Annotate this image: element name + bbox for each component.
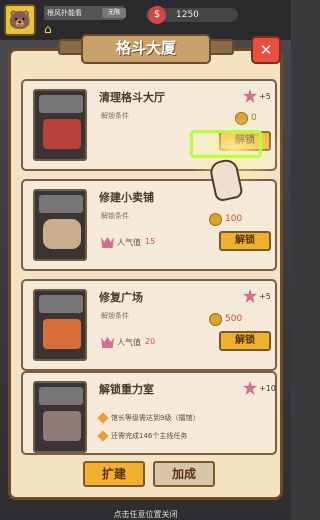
close-hint: 点击任意位置关闭 xyxy=(113,510,178,519)
card-4-reward: +10 xyxy=(243,381,276,395)
requirement-text: 馆长等级需达到9级（擂馆） xyxy=(111,414,200,422)
requirement-item: 馆长等级需达到9级（擂馆） xyxy=(97,411,200,425)
image-tag xyxy=(39,295,83,313)
crown-icon xyxy=(243,289,257,303)
page-title: 格斗大厦 xyxy=(81,34,211,64)
card-3-coin: 500 xyxy=(225,314,243,324)
card-1-reward-value: +5 xyxy=(259,91,271,101)
card-2-image xyxy=(33,189,87,261)
card-2-coin: 100 xyxy=(225,214,243,224)
cash-bar[interactable]: $ 1250 xyxy=(146,6,238,24)
close-button[interactable]: ✕ xyxy=(251,36,281,64)
card-1-requirement: 解锁条件 xyxy=(101,112,129,120)
card-3: 修复广场 解锁条件 +5 500 人气值 20 解锁 xyxy=(21,279,277,371)
image-tag xyxy=(39,95,83,113)
coin-icon xyxy=(209,213,222,226)
card-3-pop-label: 人气值 xyxy=(117,338,141,347)
finish-button[interactable]: 加成 xyxy=(153,461,215,487)
card-3-unlock-button[interactable]: 解锁 xyxy=(219,331,271,351)
card-3-image xyxy=(33,289,87,361)
requirement-text: 还需完成146个主线任务 xyxy=(111,432,188,440)
card-2-pop-value: 15 xyxy=(145,237,156,246)
card-1-image xyxy=(33,89,87,161)
card-4-title: 解锁重力室 xyxy=(99,383,154,396)
image-tag xyxy=(39,387,83,405)
gym-icon xyxy=(43,411,81,441)
footer-bar: 扩建 加成 xyxy=(11,457,280,497)
glove-icon xyxy=(43,319,81,349)
card-2-unlock-button[interactable]: 解锁 xyxy=(219,231,271,251)
card-2-title: 修建小卖铺 xyxy=(99,191,154,204)
crown-icon xyxy=(101,337,114,348)
home-icon: ⌂ xyxy=(44,22,52,36)
jar-icon xyxy=(43,219,81,249)
diamond-icon xyxy=(97,430,109,442)
card-3-title: 修复广场 xyxy=(99,291,143,304)
card-1-title: 清理格斗大厅 xyxy=(99,91,165,104)
player-tag: 无限 xyxy=(102,8,126,18)
card-3-reward-value: +5 xyxy=(259,291,271,301)
image-tag xyxy=(39,195,83,213)
card-4: 解锁重力室 +10 馆长等级需达到9级（擂馆） 还需完成146个主线任务 xyxy=(21,371,277,455)
card-3-pop-value: 20 xyxy=(145,337,156,346)
diamond-icon xyxy=(97,412,109,424)
crown-icon xyxy=(243,381,257,395)
ring-icon xyxy=(43,119,81,149)
crown-icon xyxy=(101,237,114,248)
card-2-pop-label: 人气值 xyxy=(117,238,141,247)
card-1-reward: +5 xyxy=(243,89,271,103)
card-4-image xyxy=(33,381,87,453)
avatar[interactable]: 🐻 xyxy=(4,4,36,36)
card-3-reward: +5 xyxy=(243,289,271,303)
expand-button[interactable]: 扩建 xyxy=(83,461,145,487)
crown-icon xyxy=(243,89,257,103)
tutorial-highlight xyxy=(190,130,262,158)
cash-icon: $ xyxy=(148,6,166,24)
coin-icon xyxy=(209,313,222,326)
card-3-requirement: 解锁条件 xyxy=(101,312,129,320)
requirement-item: 还需完成146个主线任务 xyxy=(97,429,188,443)
cash-value: 1250 xyxy=(176,10,199,20)
card-2-requirement: 解锁条件 xyxy=(101,212,129,220)
card-4-reward-value: +10 xyxy=(259,383,276,393)
